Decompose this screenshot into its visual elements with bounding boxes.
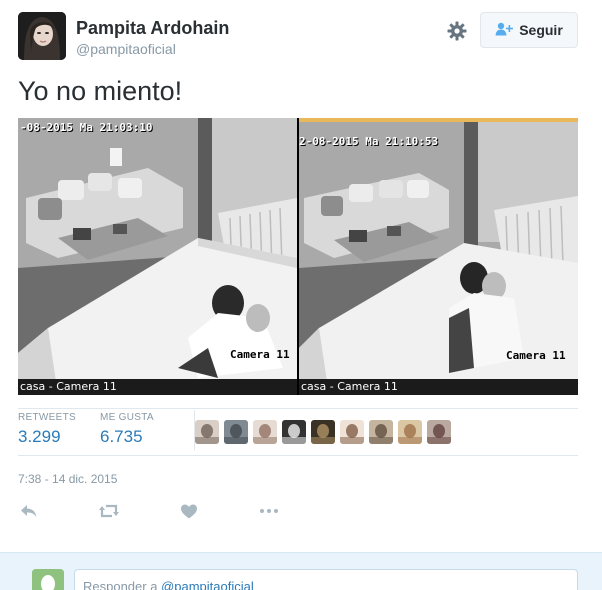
- liker-avatar[interactable]: [282, 420, 306, 444]
- follow-label: Seguir: [519, 22, 563, 38]
- camera-caption-left: casa - Camera 11: [18, 379, 297, 395]
- likers-avatars: [195, 420, 451, 444]
- liker-avatar[interactable]: [311, 420, 335, 444]
- tweet-timestamp[interactable]: 7:38 - 14 dic. 2015: [18, 472, 117, 486]
- current-user-avatar: [32, 569, 64, 590]
- more-icon[interactable]: [258, 500, 280, 522]
- tweet-header: Pampita Ardohain @pampitaoficial Seguir: [18, 12, 578, 62]
- reply-mention: @pampitaoficial: [161, 579, 254, 590]
- divider: [18, 408, 578, 409]
- likes-count: 6.735: [100, 427, 143, 446]
- like-icon[interactable]: [178, 500, 200, 522]
- liker-avatar[interactable]: [369, 420, 393, 444]
- follow-button[interactable]: Seguir: [480, 12, 578, 48]
- camera-timestamp-right: 2-08-2015 Ma 21:10:53: [299, 135, 439, 148]
- liker-avatar[interactable]: [398, 420, 422, 444]
- reply-input[interactable]: Responder a @pampitaoficial: [74, 569, 578, 590]
- retweets-count: 3.299: [18, 427, 61, 446]
- gear-icon[interactable]: [446, 20, 468, 42]
- user-name[interactable]: Pampita Ardohain: [76, 18, 229, 39]
- divider: [18, 455, 578, 456]
- camera-caption-right: casa - Camera 11: [299, 379, 578, 395]
- user-handle[interactable]: @pampitaoficial: [76, 41, 176, 57]
- reply-icon[interactable]: [18, 500, 40, 522]
- reply-prefix: Responder a: [83, 579, 162, 590]
- liker-avatar[interactable]: [340, 420, 364, 444]
- tweet-media[interactable]: -08-2015 Ma 21:03:10 Camera 11 casa - Ca…: [18, 118, 578, 395]
- likes-stat[interactable]: ME GUSTA 6.735: [100, 412, 154, 447]
- retweet-icon[interactable]: [98, 500, 120, 522]
- liker-avatar[interactable]: [427, 420, 451, 444]
- camera-photo-left[interactable]: -08-2015 Ma 21:03:10 Camera 11 casa - Ca…: [18, 118, 297, 395]
- camera-label-right: Camera 11: [506, 349, 566, 362]
- camera-label-left: Camera 11: [230, 348, 290, 361]
- tweet-text: Yo no miento!: [18, 76, 183, 106]
- likes-label: ME GUSTA: [100, 412, 154, 423]
- reply-area: Responder a @pampitaoficial: [0, 552, 602, 590]
- add-user-icon: [495, 22, 514, 39]
- retweets-label: RETWEETS: [18, 412, 76, 423]
- camera-photo-right[interactable]: 2-08-2015 Ma 21:10:53 Camera 11 casa - C…: [299, 118, 578, 395]
- tweet-actions: [18, 500, 318, 524]
- camera-timestamp-left: -08-2015 Ma 21:03:10: [20, 121, 153, 134]
- liker-avatar[interactable]: [195, 420, 219, 444]
- liker-avatar[interactable]: [224, 420, 248, 444]
- tweet-stats: RETWEETS 3.299 ME GUSTA 6.735: [18, 410, 578, 454]
- liker-avatar[interactable]: [253, 420, 277, 444]
- retweets-stat[interactable]: RETWEETS 3.299: [18, 412, 76, 447]
- user-avatar[interactable]: [18, 12, 66, 60]
